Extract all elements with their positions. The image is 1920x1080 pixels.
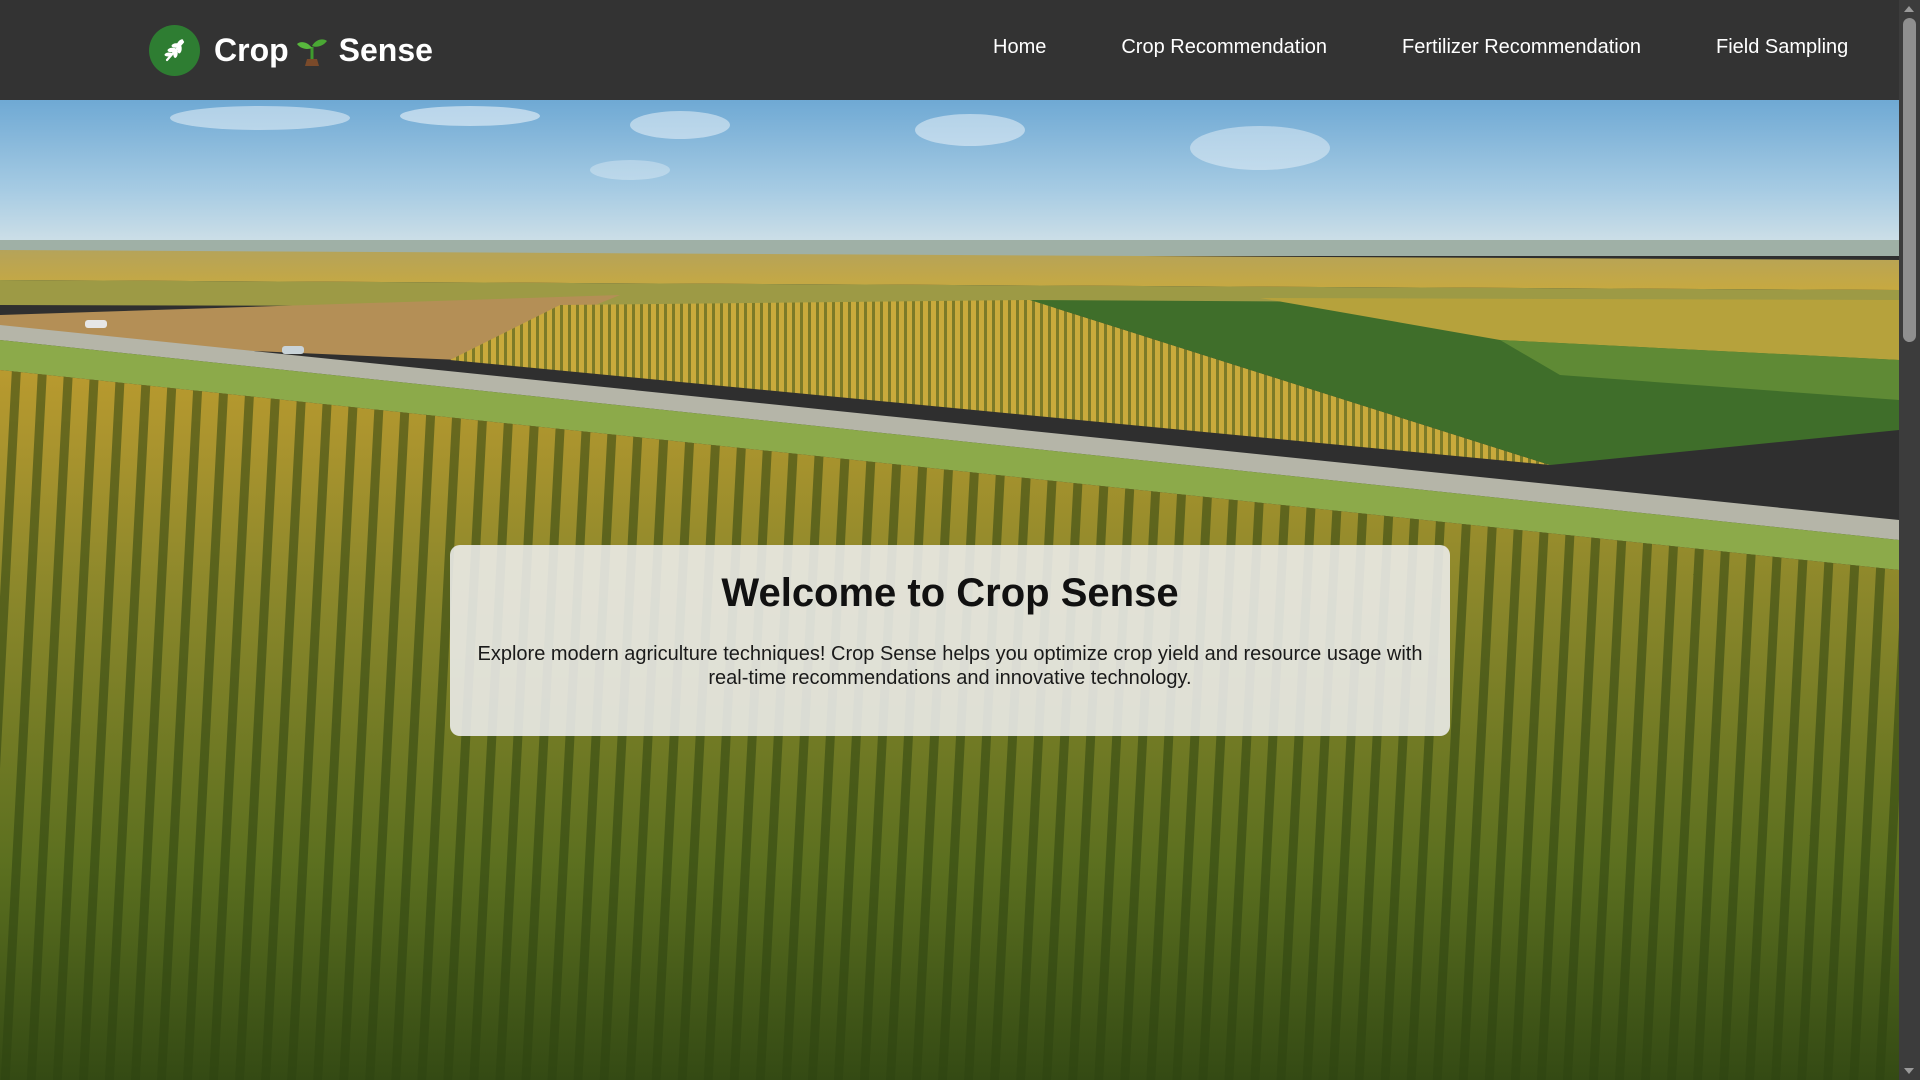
wheat-leaf-icon	[149, 24, 200, 76]
scroll-thumb[interactable]	[1903, 18, 1916, 342]
welcome-description: Explore modern agriculture techniques! C…	[477, 643, 1423, 689]
vertical-scrollbar[interactable]	[1899, 0, 1920, 1080]
hero-section: Welcome to Crop Sense Explore modern agr…	[0, 100, 1899, 1080]
nav-link-field-sampling[interactable]: Field Sampling	[1716, 36, 1848, 59]
main-nav: Home Crop Recommendation Fertilizer Reco…	[993, 36, 1848, 59]
brand-name-sense: Sense	[338, 31, 433, 68]
brand-name-crop: Crop	[214, 31, 289, 68]
nav-link-fertilizer-recommendation[interactable]: Fertilizer Recommendation	[1402, 36, 1641, 59]
nav-link-crop-recommendation[interactable]: Crop Recommendation	[1121, 36, 1327, 59]
nav-link-home[interactable]: Home	[993, 36, 1046, 59]
brand-logo[interactable]: Crop Sense	[149, 24, 433, 76]
scroll-down-arrow-icon[interactable]	[1904, 1068, 1914, 1074]
top-navbar: Crop Sense Home Crop Recommendation Fert…	[0, 0, 1899, 100]
scroll-up-arrow-icon[interactable]	[1904, 6, 1914, 12]
welcome-title: Welcome to Crop Sense	[721, 571, 1179, 615]
welcome-card: Welcome to Crop Sense Explore modern agr…	[450, 545, 1450, 736]
seedling-icon	[295, 33, 329, 67]
